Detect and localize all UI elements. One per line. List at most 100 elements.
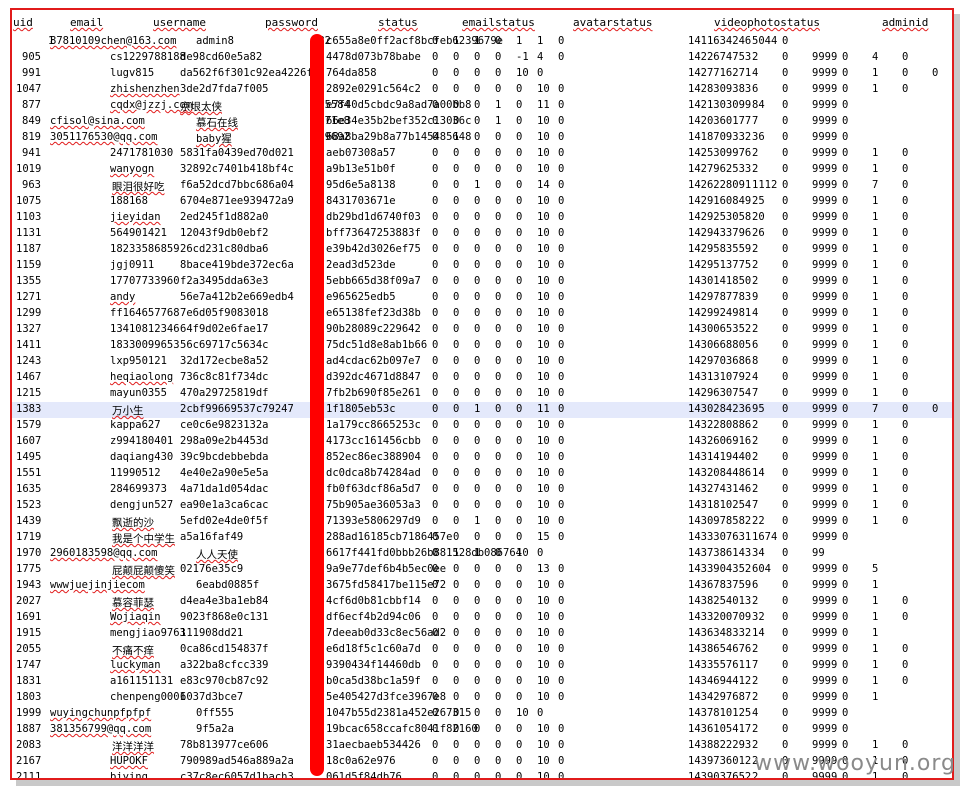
table-cell: 78b813977ce606 xyxy=(180,739,269,751)
table-row[interactable]: 1299 ff164657768 7e6d05f9083018 e65138fef23… xyxy=(12,306,952,322)
table-cell: 0 xyxy=(453,531,460,543)
table-cell: 1047 xyxy=(16,83,42,95)
table-row[interactable]: 1495 daqiang430 39c9bcdebbebda 852ec86ec388… xyxy=(12,450,952,466)
table-cell: 9999 xyxy=(812,259,838,271)
table-row[interactable]: 1579 kappa627 ce0c6e9823132a 1a179cc8665253… xyxy=(12,418,952,434)
table-row[interactable]: 963 眼泪很好吃 f6a52dcd7bbc686a04 95d6e5a8138 0 0 1… xyxy=(12,178,952,194)
table-cell: 0 xyxy=(902,499,909,511)
table-cell: 0 xyxy=(474,691,481,703)
table-row[interactable]: 1271 andy 56e7a412b2e669edb4 e965625edb5 0 0 0… xyxy=(12,290,952,306)
table-cell: 0 xyxy=(495,259,502,271)
table-cell: 0 xyxy=(453,627,460,639)
table-row[interactable]: 1747 luckyman a322ba8cfcc339 9390434f14460d… xyxy=(12,658,952,674)
table-cell: 1103 xyxy=(16,211,42,223)
table-cell: 0 xyxy=(558,115,565,127)
table-cell: 0 xyxy=(902,387,909,399)
table-cell: 10 xyxy=(537,387,550,399)
table-cell: 0 xyxy=(558,483,565,495)
table-row[interactable]: 2027 慕容菲瑟 d4ea4e3ba1eb84 4cf6d0b81cbbf14 0 0 0… xyxy=(12,594,952,610)
table-cell: 0 xyxy=(516,195,523,207)
table-cell: 0 xyxy=(453,611,460,623)
table-cell: 0 xyxy=(782,723,789,735)
table-cell: 0 xyxy=(453,163,460,175)
table-cell: 7 xyxy=(752,115,759,127)
table-cell: 1 xyxy=(495,99,502,111)
table-row[interactable]: 1607 z994180401 298a09e2b4453d 4173cc161456… xyxy=(12,434,952,450)
table-cell: 1887 xyxy=(16,723,42,735)
table-row[interactable]: 1943 wwwjuejinjiecom 6eabd0885f 3675fd58417… xyxy=(12,578,952,594)
table-cell: 0 xyxy=(432,67,439,79)
table-cell: 1428309383 xyxy=(688,83,752,95)
table-cell: 0 xyxy=(495,147,502,159)
table-row[interactable]: 1691 Wojiaqin 9023f868e0c131 df6ecf4b2d94c0… xyxy=(12,610,952,626)
table-row[interactable]: 819 3051176530@qq.com baby猩 d19692 68a8ba29b… xyxy=(12,130,952,146)
table-row[interactable]: 2055 不痛不痒 0ca86cd154837f e6d18f5c1c60a7d 0 0 0… xyxy=(12,642,952,658)
table-cell: 0 xyxy=(474,595,481,607)
table-cell: 0 xyxy=(516,739,523,751)
table-row[interactable]: 849 cfisol@sina.com 慕石在线 b171e8 66e34e35b2be… xyxy=(12,114,952,130)
table-cell: 10 xyxy=(537,371,550,383)
table-row[interactable]: 905 cs1229788188 de98cd60e5a82 4478d073b78b… xyxy=(12,50,952,66)
table-row[interactable]: 1411 18330099653 56c69717c5634c 75dc51d8e8a… xyxy=(12,338,952,354)
table-row[interactable]: 1131 564901421 12043f9db0ebf2 bff7364725388… xyxy=(12,226,952,242)
table-cell: 0 xyxy=(516,387,523,399)
table-cell: 1215 xyxy=(16,387,42,399)
table-cell: 0 xyxy=(902,371,909,383)
table-row[interactable]: 1355 17707733960 f2a3495dda63e3 5ebb665d38f… xyxy=(12,274,952,290)
table-cell: 0 xyxy=(902,275,909,287)
table-cell: 1 xyxy=(872,643,879,655)
table-cell: 1411634246 xyxy=(688,35,752,47)
table-row[interactable]: 1215 mayun0355 470a29725819df 7fb2b690f85e2… xyxy=(12,386,952,402)
table-row[interactable]: 1719 我是个中学生 a5a16faf49 288ad16185cb7186457e… xyxy=(12,530,952,546)
table-row[interactable]: 1551 11990512 4e40e2a90e5e5a dc0dca8b74284a… xyxy=(12,466,952,482)
table-row[interactable]: 1383 万小生 2cbf99669537c79247 1f1805eb53c 0 0 1 0… xyxy=(12,402,952,418)
table-cell: 1 xyxy=(872,291,879,303)
table-row[interactable]: 1243 lxp950121 32d172ecbe8a52 ad4cdac62b097… xyxy=(12,354,952,370)
table-cell: 1 xyxy=(872,435,879,447)
table-row[interactable]: 1187 18233586859 26cd231c80dba6 e39b42d3026… xyxy=(12,242,952,258)
table-row[interactable]: 941 2471781030 5831fa0439ed70d021 aeb07308a… xyxy=(12,146,952,162)
table-row[interactable]: 1327 13410812346 64f9d02e6fae17 90b28089c22… xyxy=(12,322,952,338)
table-row[interactable]: 1523 dengjun527 ea90e1a3ca6cac 75b905ae3605… xyxy=(12,498,952,514)
table-row[interactable]: 1887 381356799@qq.com 9f5a2a 19bcac658ccafc… xyxy=(12,722,952,738)
table-row[interactable]: 1047 zhishenzhen 3de2d7fda7f005 2892e0291c5… xyxy=(12,82,952,98)
table-cell: 0 xyxy=(516,179,523,191)
table-cell: 75b905ae36053a3 xyxy=(326,499,421,511)
table-row[interactable]: 1775 屁颠屁颠傻笑 02176e35c9 9a9e77def6b4b5ec0ee 0… xyxy=(12,562,952,578)
table-cell: 1747 xyxy=(16,659,42,671)
table-cell: 0 xyxy=(516,515,523,527)
table-cell: 0 xyxy=(453,579,460,591)
table-cell: 0 xyxy=(495,643,502,655)
table-cell: 1355 xyxy=(16,275,42,287)
table-cell: 0 xyxy=(558,771,565,780)
table-cell: 2 xyxy=(752,451,759,463)
table-row[interactable]: 1103 jieyidan 2ed245f1d882a0 db29bd1d6740f0… xyxy=(12,210,952,226)
table-row[interactable]: 1803 chenpeng0001 6037d3bce7 5e405427d3fce3… xyxy=(12,690,952,706)
table-cell: 39c9bcdebbebda xyxy=(180,451,269,463)
table-cell: 0 xyxy=(495,483,502,495)
table-row[interactable]: 1439 飘逝的沙 5efd02e4de0f5f 71393e5806297d9 0 0 1… xyxy=(12,514,952,530)
table-cell: 1 xyxy=(516,35,523,47)
table-cell: 8431703671e xyxy=(326,195,396,207)
table-row[interactable]: 1970 2960183598@qq.com 人人天使 6617f441fd0bbb2… xyxy=(12,546,952,562)
table-row[interactable]: 1999 wuyingchunpfpfpf 0ff555 1047b55d2381a4… xyxy=(12,706,952,722)
table-row[interactable]: 1635 284699373 4a71da1d054dac fb0f63dcf86a5… xyxy=(12,482,952,498)
table-cell: 1 xyxy=(872,211,879,223)
table-cell: 1075 xyxy=(16,195,42,207)
table-row[interactable]: 991 lugv815 da562f6f301c92ea4226f0 764da858… xyxy=(12,66,952,82)
table-cell: 0 xyxy=(558,675,565,687)
table-cell: 0 xyxy=(782,179,789,191)
table-row[interactable]: 187810109chen@163.comadmin8582c655a8e0ff… xyxy=(12,34,952,50)
table-cell: 1432084486 xyxy=(688,467,752,479)
table-row[interactable]: 1019 wanyogn 32892c7401b418bf4c a9b13e51b0f… xyxy=(12,162,952,178)
table-row[interactable]: 1915 mengjiao9763 111908dd21 7deeab0d33c8ec… xyxy=(12,626,952,642)
table-cell: 32892c7401b418bf4c xyxy=(180,163,294,175)
table-row[interactable]: 1831 a161151131 e83c970cb87c92 b0ca5d38bc1a… xyxy=(12,674,952,690)
table-cell: dengjun527 xyxy=(110,499,174,511)
table-row[interactable]: 1159 jgj0911 8bace419bde372ec6a 2ead3d523de… xyxy=(12,258,952,274)
table-cell: 10 xyxy=(537,227,550,239)
table-row[interactable]: 877 cqdx@jzzj.com 京垠太侠 2c5584 e7f40d5cbdc9a8… xyxy=(12,98,952,114)
table-row[interactable]: 1467 heqiaolong 736c8c81f734dc d392dc4671d8… xyxy=(12,370,952,386)
table-row[interactable]: 1075 188168 6704e871ee939472a9 8431703671e 0… xyxy=(12,194,952,210)
table-cell: 0 xyxy=(516,419,523,431)
